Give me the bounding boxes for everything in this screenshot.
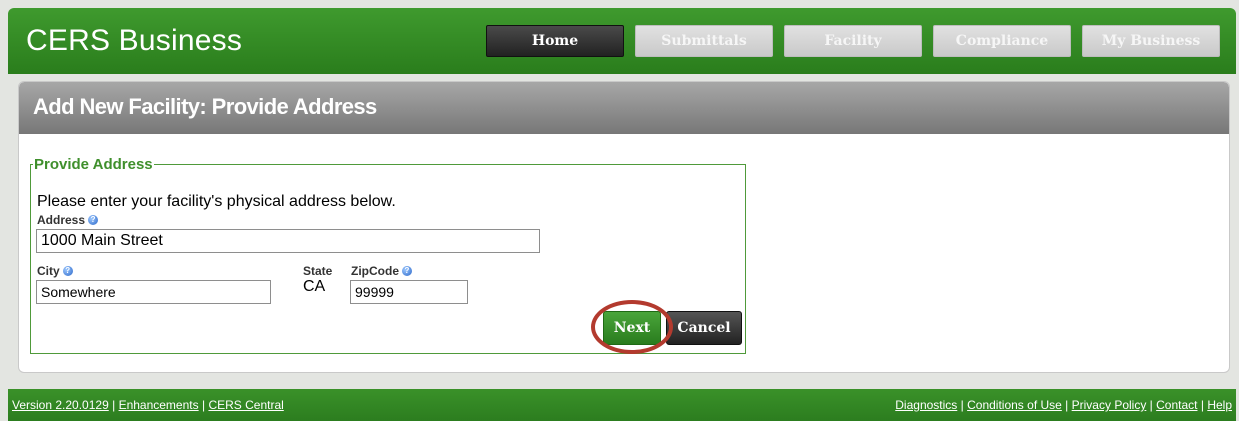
next-button[interactable]: Next: [603, 311, 661, 345]
section-legend: Provide Address: [34, 156, 153, 173]
app-brand: CERS Business: [26, 24, 243, 57]
city-label: City: [37, 264, 60, 278]
city-input[interactable]: [36, 280, 271, 304]
zip-label: ZipCode: [351, 264, 399, 278]
diagnostics-link[interactable]: Diagnostics: [895, 398, 957, 412]
cers-central-link[interactable]: CERS Central: [208, 398, 283, 412]
footer-separator: |: [201, 398, 206, 412]
city-help-icon[interactable]: ?: [62, 266, 73, 276]
address-label-row: Address ?: [37, 213, 99, 227]
enhancements-link[interactable]: Enhancements: [119, 398, 199, 412]
footer-separator: |: [1065, 398, 1069, 412]
nav-my-business-button[interactable]: My Business: [1082, 25, 1220, 57]
top-header: CERS Business Home Submittals Facility C…: [8, 8, 1236, 74]
version-link[interactable]: Version 2.20.0129: [12, 398, 109, 412]
instructions-text: Please enter your facility's physical ad…: [37, 193, 396, 210]
cancel-button[interactable]: Cancel: [666, 311, 742, 345]
zip-help-icon[interactable]: ?: [402, 266, 412, 276]
footer-separator: |: [1149, 398, 1153, 412]
state-value: CA: [303, 278, 326, 295]
content-panel: Add New Facility: Provide Address Provid…: [18, 81, 1230, 373]
footer-left-links: Version 2.20.0129 | Enhancements | CERS …: [12, 398, 284, 412]
panel-header: Add New Facility: Provide Address: [19, 82, 1229, 134]
zipcode-input[interactable]: [350, 280, 468, 304]
zip-label-row: ZipCode ?: [351, 264, 412, 278]
address-input[interactable]: [36, 229, 540, 253]
nav-compliance-button[interactable]: Compliance: [933, 25, 1071, 57]
nav-home-button[interactable]: Home: [486, 25, 624, 57]
footer-separator: |: [112, 398, 116, 412]
address-fieldset: Provide Address Please enter your facili…: [30, 156, 746, 354]
privacy-policy-link[interactable]: Privacy Policy: [1072, 398, 1147, 412]
footer-bar: Version 2.20.0129 | Enhancements | CERS …: [8, 389, 1236, 421]
city-label-row: City ?: [37, 264, 73, 278]
address-label: Address: [37, 213, 86, 227]
footer-separator: |: [1200, 398, 1204, 412]
nav-facility-button[interactable]: Facility: [784, 25, 922, 57]
conditions-of-use-link[interactable]: Conditions of Use: [967, 398, 1062, 412]
footer-right-links: Diagnostics | Conditions of Use | Privac…: [895, 398, 1232, 412]
nav-submittals-button[interactable]: Submittals: [635, 25, 773, 57]
contact-link[interactable]: Contact: [1156, 398, 1197, 412]
state-label: State: [303, 264, 333, 278]
help-link[interactable]: Help: [1207, 398, 1232, 412]
footer-separator: |: [960, 398, 964, 412]
address-help-icon[interactable]: ?: [88, 215, 99, 225]
page-title: Add New Facility: Provide Address: [33, 94, 377, 119]
